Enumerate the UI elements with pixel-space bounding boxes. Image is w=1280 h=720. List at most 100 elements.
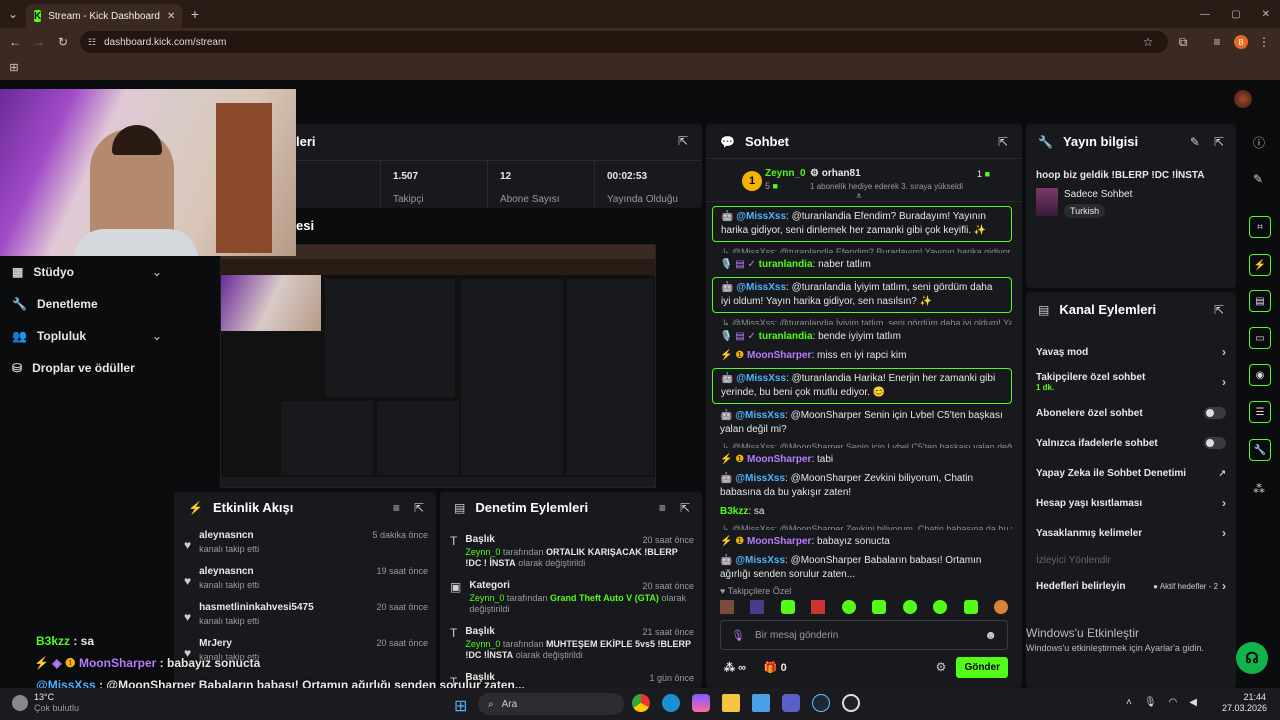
- browser-menu-icon[interactable]: ⋮: [1258, 34, 1270, 50]
- wifi-icon[interactable]: ◠: [1169, 697, 1178, 708]
- steam-app-icon[interactable]: [812, 694, 830, 712]
- action-followers-only[interactable]: Takipçilere özel sohbet 1 dk. ›: [1036, 366, 1226, 398]
- chat-bubble-icon[interactable]: ▭: [1249, 327, 1271, 349]
- chat-message[interactable]: 🤖 @MissXss: @turanlandia İyiyim tatlım, …: [712, 277, 1012, 314]
- popout-icon[interactable]: ⇱: [998, 135, 1008, 149]
- wrench-icon[interactable]: 🔧: [1249, 439, 1271, 461]
- bookmark-star-icon[interactable]: ☆: [1141, 34, 1155, 50]
- chat-message[interactable]: ⚡ ❶ MoonSharper: babayız sonucta: [712, 535, 1012, 549]
- toggle-switch[interactable]: [1204, 407, 1226, 419]
- action-subscribers-only[interactable]: Abonelere özel sohbet: [1036, 398, 1226, 428]
- new-tab-button[interactable]: +: [188, 6, 202, 22]
- media-icon[interactable]: ≡: [1210, 34, 1224, 50]
- emote[interactable]: [902, 600, 917, 614]
- site-info-icon[interactable]: ☷: [86, 35, 98, 49]
- action-ai-moderation[interactable]: Yapay Zeka ile Sohbet Denetimi ↗: [1036, 458, 1226, 488]
- profile-avatar[interactable]: B: [1234, 35, 1248, 49]
- apps-icon[interactable]: ⁂: [1253, 482, 1265, 496]
- action-goals[interactable]: Hedefleri belirleyin ● Aktif hedefler - 2…: [1036, 572, 1226, 600]
- teams-app-icon[interactable]: [782, 694, 800, 712]
- chat-message[interactable]: 🤖 @MissXss: @turanlandia Efendim? Burada…: [712, 206, 1012, 242]
- filter-icon[interactable]: ≡: [659, 501, 666, 515]
- popout-icon[interactable]: ⇱: [680, 501, 690, 515]
- stream-preview-video[interactable]: [220, 244, 656, 488]
- popout-icon[interactable]: ⇱: [414, 501, 424, 515]
- send-button[interactable]: Gönder: [956, 656, 1008, 678]
- chat-input[interactable]: 🎙 Bir mesaj gönderin ☻: [720, 620, 1008, 650]
- chat-message[interactable]: 🎙️ ▤ ✓ turanlandia: naber tatlım: [712, 258, 1012, 272]
- forward-icon[interactable]: →: [32, 34, 46, 50]
- apps-grid-icon[interactable]: ⊞: [8, 60, 20, 74]
- edit-pencil-icon[interactable]: ✎: [1253, 172, 1263, 186]
- edge-app-icon[interactable]: [662, 694, 680, 712]
- action-banned-words[interactable]: Yasaklanmış kelimeler ›: [1036, 518, 1226, 548]
- chat-message[interactable]: ⚡ ❶ MoonSharper: tabi: [712, 453, 1012, 467]
- popout-icon[interactable]: ⇱: [1214, 303, 1224, 317]
- chat-message[interactable]: 🤖 @MissXss: @MoonSharper Zevkini biliyor…: [712, 472, 1012, 500]
- clock[interactable]: 21:44 27.03.2026: [1222, 692, 1267, 714]
- back-icon[interactable]: ←: [8, 34, 22, 50]
- nav-item-community[interactable]: 👥 Topluluk ⌄: [12, 320, 162, 352]
- emote[interactable]: [750, 600, 765, 614]
- info-icon[interactable]: ⓘ: [1253, 134, 1265, 151]
- close-window-icon[interactable]: ✕: [1262, 9, 1270, 20]
- emote[interactable]: [780, 600, 795, 614]
- chrome-app-icon[interactable]: [632, 694, 650, 712]
- chat-message[interactable]: B3kzz: sa: [712, 505, 1012, 519]
- popout-icon[interactable]: ⇱: [678, 134, 688, 148]
- taskbar-search[interactable]: ⌕ Ara: [478, 693, 624, 715]
- nav-item-studio[interactable]: ▦ Stüdyo ⌄: [12, 256, 162, 288]
- popout-icon[interactable]: ⇱: [1214, 135, 1224, 149]
- action-account-age[interactable]: Hesap yaşı kısıtlaması ›: [1036, 488, 1226, 518]
- volume-icon[interactable]: ◀: [1189, 697, 1197, 708]
- reload-icon[interactable]: ↻: [56, 34, 70, 50]
- list-icon[interactable]: ☰: [1249, 401, 1271, 423]
- chat-message[interactable]: 🎙️ ▤ ✓ turanlandia: bende iyiyim tatlım: [712, 330, 1012, 344]
- emoji-icon[interactable]: ☻: [984, 628, 997, 642]
- collapse-icon[interactable]: ⩡: [856, 191, 862, 202]
- tray-chevron-icon[interactable]: ˄: [1126, 697, 1132, 708]
- document-icon[interactable]: ▤: [1249, 290, 1271, 312]
- user-avatar[interactable]: [1234, 90, 1252, 108]
- category-name[interactable]: Sadece Sohbet: [1064, 189, 1132, 200]
- tab-close-icon[interactable]: ✕: [167, 11, 175, 22]
- chat-message[interactable]: 🤖 @MissXss: @MoonSharper Babaların babas…: [712, 554, 1012, 582]
- points-indicator[interactable]: ⁂ ∞: [724, 661, 746, 674]
- emote[interactable]: [811, 600, 826, 614]
- chat-message[interactable]: 🤖 @MissXss: @turanlandia Harika! Enerjin…: [712, 367, 1012, 404]
- edit-pencil-icon[interactable]: ✎: [1190, 135, 1200, 149]
- toggle-switch[interactable]: [1204, 437, 1226, 449]
- emote[interactable]: [993, 600, 1008, 614]
- emote[interactable]: [841, 600, 856, 614]
- nav-item-drops[interactable]: ⛁ Droplar ve ödüller: [12, 352, 162, 384]
- weather-widget[interactable]: 13°C Çok bulutlu: [12, 692, 79, 714]
- scan-icon[interactable]: ⌗: [1249, 216, 1271, 238]
- folder-app-icon[interactable]: [722, 694, 740, 712]
- filter-icon[interactable]: ≡: [393, 501, 400, 515]
- nav-item-moderation[interactable]: 🔧 Denetleme: [12, 288, 162, 320]
- tab-list-icon[interactable]: ⌄: [6, 7, 20, 21]
- help-chat-button[interactable]: ☊: [1236, 642, 1268, 674]
- extensions-icon[interactable]: ⧉: [1176, 34, 1190, 50]
- mic-icon[interactable]: 🎙: [1144, 697, 1157, 708]
- emote[interactable]: [963, 600, 978, 614]
- windows-start-icon[interactable]: ⊞: [454, 696, 467, 716]
- broadcast-icon[interactable]: ◉: [1249, 364, 1271, 386]
- lightning-icon[interactable]: ⚡: [1249, 254, 1271, 276]
- maximize-icon[interactable]: ▢: [1231, 9, 1240, 20]
- emote[interactable]: [720, 600, 734, 614]
- browser-tab[interactable]: K Stream - Kick Dashboard ✕: [26, 4, 182, 28]
- gift-counter[interactable]: 🎁 0: [764, 661, 787, 674]
- obs-app-icon[interactable]: [842, 694, 860, 712]
- store-app-icon[interactable]: [752, 694, 770, 712]
- chat-message[interactable]: 🤖 @MissXss: @MoonSharper Senin için Lvbe…: [712, 409, 1012, 437]
- settings-gear-icon[interactable]: ⚙: [936, 660, 947, 674]
- action-emotes-only[interactable]: Yalnızca ifadelerle sohbet: [1036, 428, 1226, 458]
- emote[interactable]: [933, 600, 948, 614]
- copilot-app-icon[interactable]: [692, 694, 710, 712]
- chat-message[interactable]: ⚡ ❶ MoonSharper: miss en iyi rapci kim: [712, 349, 1012, 363]
- minimize-icon[interactable]: —: [1200, 9, 1210, 20]
- emote[interactable]: [872, 600, 887, 614]
- url-field[interactable]: dashboard.kick.com/stream: [80, 31, 1168, 53]
- action-slow-mode[interactable]: Yavaş mod ›: [1036, 338, 1226, 366]
